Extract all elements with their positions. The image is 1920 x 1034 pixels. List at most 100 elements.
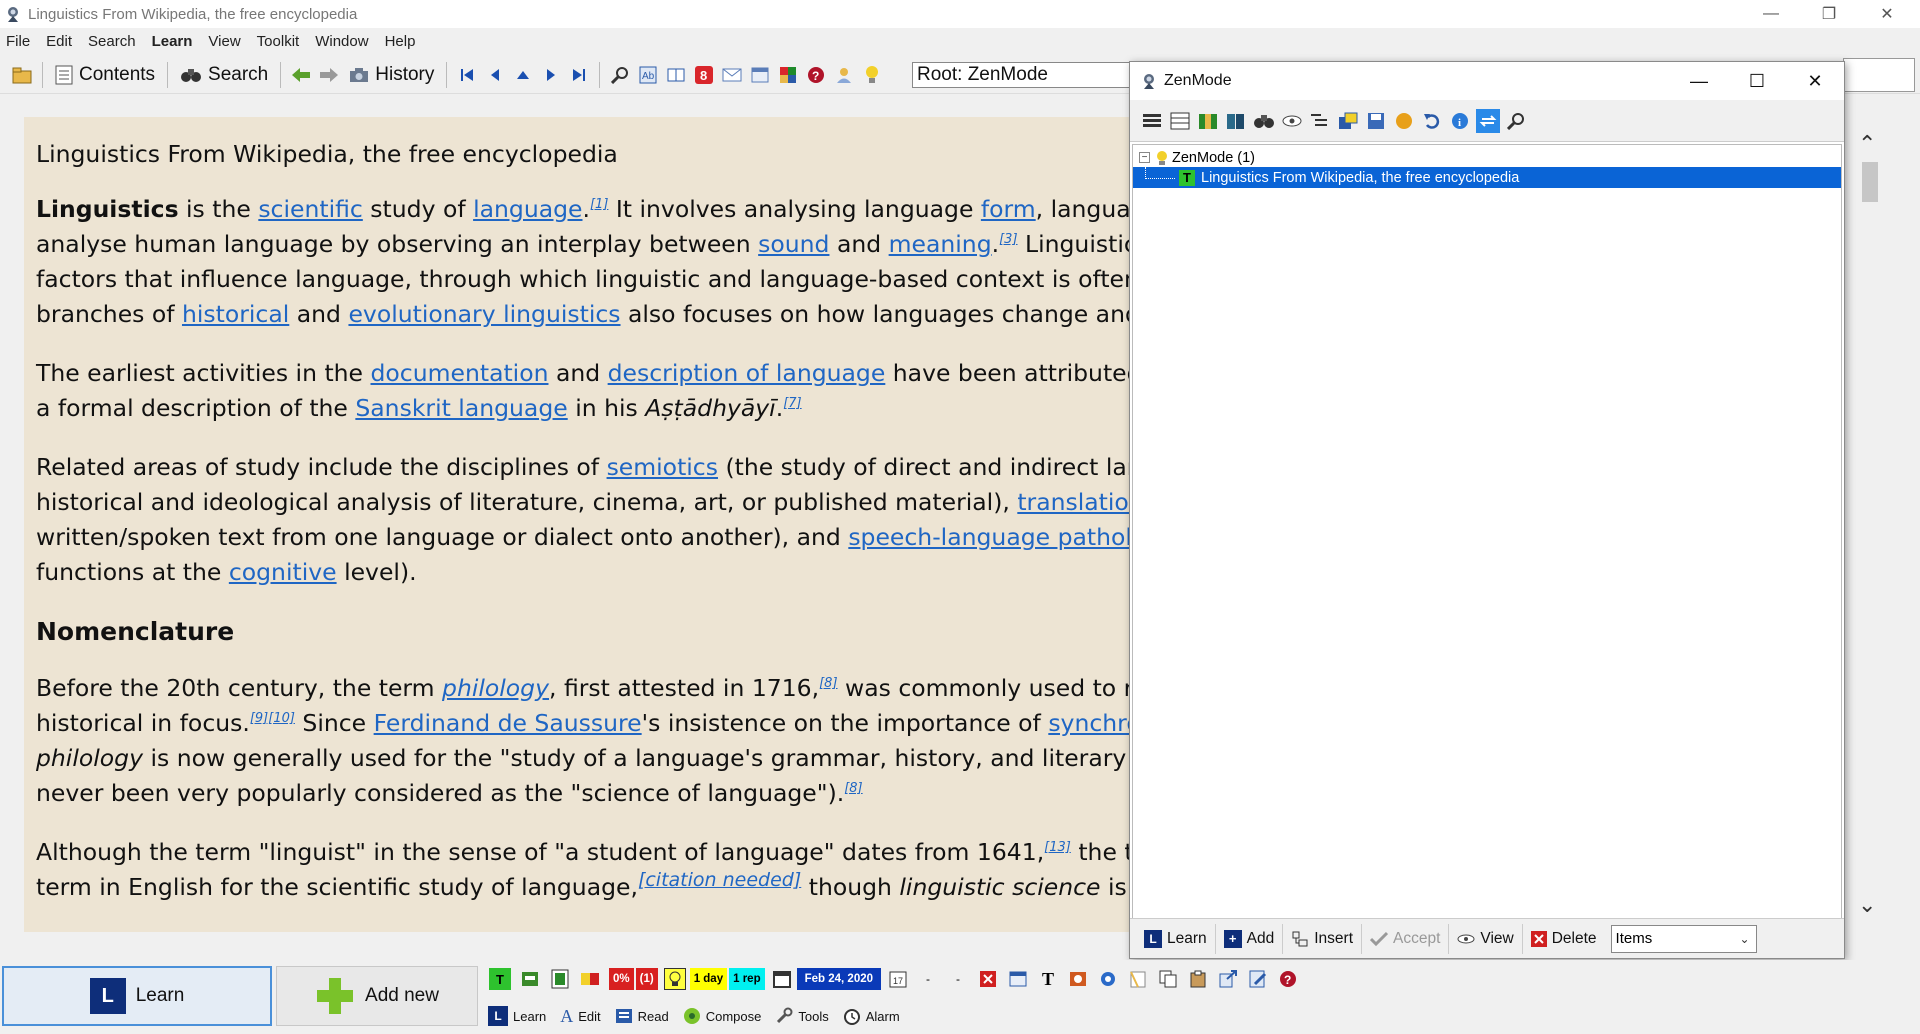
books-icon[interactable] xyxy=(1196,109,1220,133)
priority-icon[interactable] xyxy=(579,968,601,990)
library-icon[interactable] xyxy=(1224,109,1248,133)
zenmode-tree[interactable]: − ZenMode (1) T Linguistics From Wikiped… xyxy=(1132,144,1842,919)
open-folder-icon[interactable] xyxy=(12,65,32,85)
learn-button[interactable]: L Learn xyxy=(2,966,272,1026)
table-icon[interactable] xyxy=(1168,109,1192,133)
vertical-scrollbar[interactable]: ⌃ ⌄ xyxy=(1848,117,1886,932)
user-icon[interactable] xyxy=(834,65,854,85)
clipboard-icon[interactable] xyxy=(1127,968,1149,990)
scroll-thumb[interactable] xyxy=(1862,162,1878,202)
find-icon[interactable] xyxy=(610,65,630,85)
dictionary-icon[interactable]: Ab xyxy=(638,65,658,85)
copy-icon[interactable] xyxy=(1157,968,1179,990)
zen-learn-button[interactable]: L Learn xyxy=(1136,923,1216,954)
citation-link[interactable]: [13] xyxy=(1044,840,1071,855)
citation-link[interactable]: [8] xyxy=(819,676,837,691)
edit-doc-icon[interactable] xyxy=(1247,968,1269,990)
article-panel[interactable]: Linguistics From Wikipedia, the free enc… xyxy=(24,117,1154,932)
search-button[interactable]: Search xyxy=(174,60,274,90)
document-icon[interactable] xyxy=(549,968,571,990)
link-form[interactable]: form xyxy=(981,195,1036,223)
sync-icon[interactable] xyxy=(1476,108,1500,133)
lightbulb-icon[interactable] xyxy=(663,968,686,990)
image-icon[interactable] xyxy=(1067,968,1089,990)
link-semiotics[interactable]: semiotics xyxy=(607,453,718,481)
link-sound[interactable]: sound xyxy=(758,230,829,258)
window-icon[interactable] xyxy=(750,65,770,85)
forward-arrow-icon[interactable] xyxy=(319,65,339,85)
text-format-icon[interactable]: T xyxy=(1037,968,1059,990)
link-meaning[interactable]: meaning xyxy=(889,230,992,258)
scroll-down-icon[interactable]: ⌄ xyxy=(1858,892,1876,918)
zen-maximize-icon[interactable]: ☐ xyxy=(1728,62,1786,100)
info-icon[interactable]: i xyxy=(1448,109,1472,133)
link-ferdinand-de-saussure[interactable]: Ferdinand de Saussure xyxy=(374,709,642,737)
add-new-button[interactable]: Add new xyxy=(276,966,478,1026)
zen-close-icon[interactable]: ✕ xyxy=(1786,62,1844,100)
export-icon[interactable] xyxy=(1217,968,1239,990)
undo-icon[interactable] xyxy=(1420,109,1444,133)
tree-item-selected[interactable]: T Linguistics From Wikipedia, the free e… xyxy=(1133,166,1841,188)
menu-toolkit[interactable]: Toolkit xyxy=(257,33,300,50)
search-icon[interactable] xyxy=(1504,109,1528,133)
calendar-day-icon[interactable]: 17 xyxy=(887,968,909,990)
help-icon[interactable]: ? xyxy=(1277,968,1299,990)
link-historical[interactable]: historical xyxy=(182,300,289,328)
scroll-up-icon[interactable]: ⌃ xyxy=(1858,131,1876,157)
tab-compose[interactable]: Compose xyxy=(683,1007,761,1025)
ball-icon[interactable] xyxy=(1392,109,1416,133)
link-philology[interactable]: philology xyxy=(442,674,549,702)
link-speech-language-pathology[interactable]: speech-language patholo xyxy=(848,523,1146,551)
settings-icon[interactable] xyxy=(1097,968,1119,990)
lightbulb-icon[interactable] xyxy=(862,65,882,85)
restore-icon[interactable]: ❐ xyxy=(1806,0,1852,28)
parent-icon[interactable] xyxy=(513,65,533,85)
cabinet-icon[interactable] xyxy=(519,968,541,990)
zen-add-button[interactable]: + Add xyxy=(1216,923,1284,954)
tab-edit[interactable]: A Edit xyxy=(560,1006,600,1027)
link-language[interactable]: language xyxy=(473,195,582,223)
help-icon[interactable]: ? xyxy=(806,65,826,85)
mail-icon[interactable] xyxy=(722,65,742,85)
minimize-icon[interactable]: — xyxy=(1748,0,1794,28)
close-icon[interactable]: ✕ xyxy=(1864,0,1910,28)
zen-view-button[interactable]: View xyxy=(1449,923,1523,954)
first-icon[interactable] xyxy=(457,65,477,85)
tree-item-root[interactable]: − ZenMode (1) xyxy=(1139,147,1255,168)
citation-link[interactable]: [3] xyxy=(999,232,1017,247)
list-icon[interactable] xyxy=(1140,109,1164,133)
menu-help[interactable]: Help xyxy=(385,33,416,50)
back-arrow-icon[interactable] xyxy=(291,65,311,85)
delete-icon[interactable] xyxy=(977,968,999,990)
citation-link[interactable]: [1] xyxy=(590,197,608,212)
citation-link[interactable]: [9][10] xyxy=(250,711,295,726)
menu-window[interactable]: Window xyxy=(315,33,368,50)
palette-icon[interactable] xyxy=(778,65,798,85)
google-icon[interactable]: 8 xyxy=(694,65,714,85)
contents-button[interactable]: Contents xyxy=(49,60,161,90)
zen-accept-button[interactable]: Accept xyxy=(1362,923,1450,954)
toolbar-field[interactable] xyxy=(1843,58,1915,92)
link-cognitive[interactable]: cognitive xyxy=(229,558,337,586)
previous-icon[interactable] xyxy=(485,65,505,85)
link-documentation[interactable]: documentation xyxy=(371,359,549,387)
paste-icon[interactable] xyxy=(1187,968,1209,990)
book-icon[interactable] xyxy=(666,65,686,85)
collapse-icon[interactable]: − xyxy=(1139,152,1150,163)
tab-alarm[interactable]: Alarm xyxy=(843,1007,900,1025)
zen-insert-button[interactable]: Insert xyxy=(1283,923,1363,954)
calendar-icon[interactable] xyxy=(771,968,793,990)
tab-learn[interactable]: L Learn xyxy=(488,1006,546,1026)
link-scientific[interactable]: scientific xyxy=(258,195,363,223)
citation-link[interactable]: [8] xyxy=(844,781,862,796)
next-icon[interactable] xyxy=(541,65,561,85)
link-description-of-language[interactable]: description of language xyxy=(608,359,886,387)
eye-icon[interactable] xyxy=(1280,109,1304,133)
topic-icon[interactable]: T xyxy=(489,968,511,990)
tab-tools[interactable]: Tools xyxy=(775,1007,829,1025)
menu-search[interactable]: Search xyxy=(88,33,136,50)
link-sanskrit-language[interactable]: Sanskrit language xyxy=(355,394,567,422)
menu-view[interactable]: View xyxy=(208,33,240,50)
window-icon[interactable] xyxy=(1007,968,1029,990)
citation-needed-link[interactable]: [citation needed] xyxy=(638,869,801,891)
